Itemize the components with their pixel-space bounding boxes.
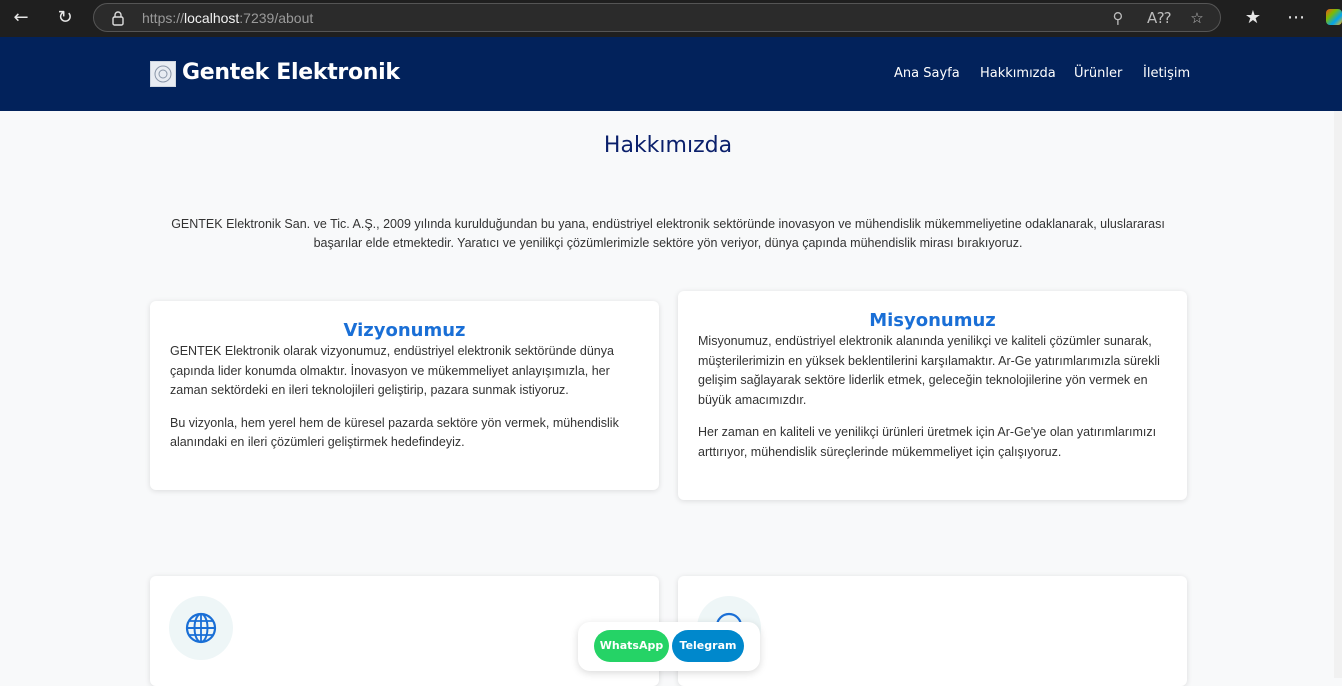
lock-icon[interactable] [110,10,126,26]
mission-title: Misyonumuz [869,310,996,331]
copilot-icon[interactable] [1326,9,1342,25]
vision-paragraph-1: GENTEK Elektronik olarak vizyonumuz, end… [170,344,614,397]
vision-paragraph-2: Bu vizyonla, hem yerel hem de küresel pa… [170,415,619,450]
nav-home[interactable]: Ana Sayfa [894,66,960,81]
read-aloud-icon[interactable]: A⁇ [1147,8,1171,28]
mission-paragraph-1: Misyonumuz, endüstriyel elektronik alanı… [698,334,1160,407]
favorites-list-icon[interactable]: ★ [1240,6,1266,30]
mission-card: Misyonumuz Misyonumuz, endüstriyel elekt… [678,291,1187,500]
url-text[interactable]: https://localhost:7239/about [142,10,313,26]
mission-paragraph-2: Her zaman en kaliteli ve yenilikçi ürünl… [698,425,1157,459]
intro-text: GENTEK Elektronik San. ve Tic. A.Ş., 200… [171,217,1165,250]
globe-icon-circle [169,596,233,660]
brand-name[interactable]: Gentek Elektronik [182,60,400,85]
page-scrollbar[interactable] [1334,111,1342,678]
vision-card: Vizyonumuz GENTEK Elektronik olarak vizy… [150,301,659,490]
browser-toolbar: ← ↻ https://localhost:7239/about ⚲ A⁇ ☆ … [0,0,1342,37]
page-title: Hakkımızda [603,133,733,158]
nav-contact[interactable]: İletişim [1143,66,1190,81]
back-arrow-icon[interactable]: ← [8,6,34,30]
contact-float-bar: WhatsApp Telegram [578,622,760,671]
zoom-icon[interactable]: ⚲ [1107,8,1129,28]
logo-icon[interactable] [150,61,176,87]
whatsapp-button[interactable]: WhatsApp [594,630,669,662]
nav-about[interactable]: Hakkımızda [980,66,1056,81]
telegram-button[interactable]: Telegram [672,630,744,662]
favorite-star-icon[interactable]: ☆ [1186,8,1208,28]
site-navbar: Gentek Elektronik Ana Sayfa Hakkımızda Ü… [0,37,1342,111]
refresh-icon[interactable]: ↻ [52,6,78,30]
nav-products[interactable]: Ürünler [1074,66,1122,81]
address-bar[interactable]: https://localhost:7239/about ⚲ A⁇ ☆ [93,3,1221,32]
globe-icon [185,612,217,644]
vision-title: Vizyonumuz [343,320,466,341]
more-menu-icon[interactable]: ⋯ [1283,6,1309,30]
